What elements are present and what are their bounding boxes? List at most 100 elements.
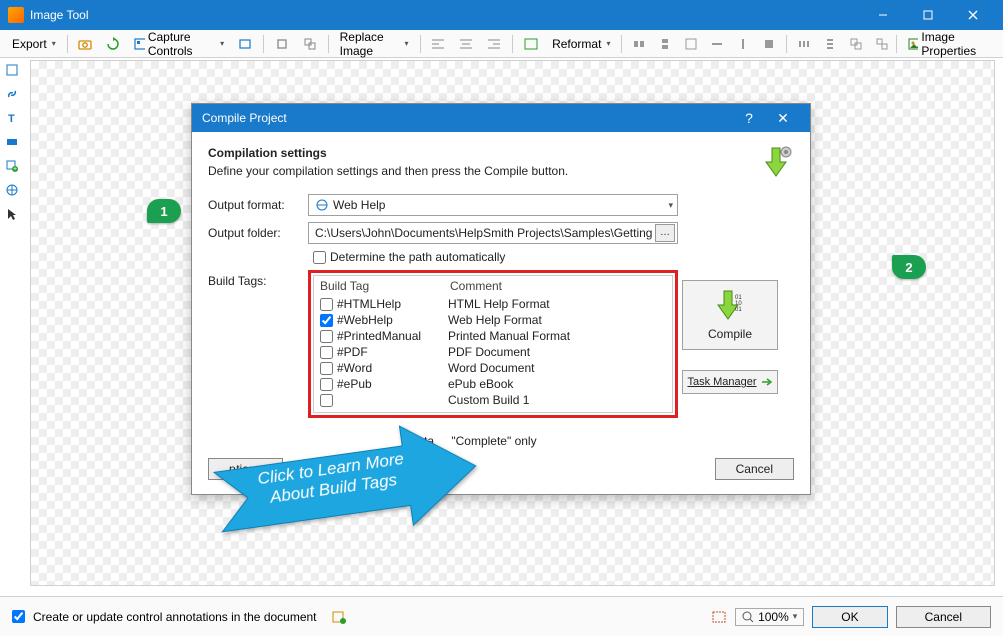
build-tag-comment: Web Help Format: [448, 313, 542, 327]
tool-globe-icon[interactable]: [2, 180, 22, 200]
build-tag-row[interactable]: #WebHelp Web Help Format: [314, 312, 672, 328]
build-tag-row[interactable]: #PrintedManual Printed Manual Format: [314, 328, 672, 344]
svg-text:01: 01: [735, 307, 742, 313]
build-tag-checkbox[interactable]: [320, 314, 333, 327]
build-tags-label: Build Tags:: [208, 270, 308, 418]
build-tag-name: #HTMLHelp: [337, 297, 401, 311]
build-tag-comment: PDF Document: [448, 345, 530, 359]
align-tool-6-icon[interactable]: [757, 36, 781, 52]
group-icon[interactable]: [844, 36, 868, 52]
footer-cancel-button[interactable]: Cancel: [896, 606, 991, 628]
build-tag-comment: Printed Manual Format: [448, 329, 570, 343]
badge-1: 1: [147, 199, 181, 223]
output-format-select[interactable]: Web Help ▾: [308, 194, 678, 216]
build-tag-row[interactable]: #Word Word Document: [314, 360, 672, 376]
build-tag-name: #PrintedManual: [337, 329, 421, 343]
align-left-icon[interactable]: [425, 36, 451, 52]
build-tag-name: #Word: [337, 361, 372, 375]
build-tag-checkbox[interactable]: [320, 346, 333, 359]
align-tool-5-icon[interactable]: [731, 36, 755, 52]
tool-link-icon[interactable]: [2, 84, 22, 104]
align-tool-3-icon[interactable]: [679, 36, 703, 52]
align-tool-2-icon[interactable]: [653, 36, 677, 52]
ungroup-icon[interactable]: [870, 36, 894, 52]
build-tag-checkbox[interactable]: [320, 394, 333, 407]
app-icon: [8, 7, 24, 23]
align-tool-1-icon[interactable]: [627, 36, 651, 52]
build-tag-checkbox[interactable]: [320, 362, 333, 375]
compile-arrow-icon: [758, 144, 794, 180]
capture-single-icon[interactable]: [232, 36, 258, 52]
auto-path-checkbox[interactable]: [313, 251, 326, 264]
minimize-button[interactable]: [860, 0, 905, 30]
zoom-control[interactable]: 100% ▾: [735, 608, 804, 626]
output-format-label: Output format:: [208, 198, 308, 212]
create-annotations-checkbox[interactable]: [12, 610, 25, 623]
dialog-titlebar: Compile Project ? ✕: [192, 104, 810, 132]
build-tag-checkbox[interactable]: [320, 378, 333, 391]
dialog-header-title: Compilation settings: [208, 146, 758, 160]
align-tool-4-icon[interactable]: [705, 36, 729, 52]
side-toolbar: T +: [2, 60, 26, 224]
build-tags-highlight: Build Tag Comment #HTMLHelp HTML Help For…: [308, 270, 678, 418]
build-tag-row[interactable]: #ePubePub eBook: [314, 376, 672, 392]
distribute-v-icon[interactable]: [818, 36, 842, 52]
distribute-h-icon[interactable]: [792, 36, 816, 52]
svg-text:+: +: [13, 166, 17, 173]
task-manager-button[interactable]: Task Manager: [682, 370, 778, 394]
dialog-title: Compile Project: [202, 111, 287, 125]
tool-shape-icon[interactable]: [2, 132, 22, 152]
build-tag-checkbox[interactable]: [320, 330, 333, 343]
window-titlebar: Image Tool: [0, 0, 1003, 30]
svg-text:T: T: [8, 113, 15, 125]
build-tag-row[interactable]: #HTMLHelp HTML Help Format: [314, 296, 672, 312]
crop-icon[interactable]: [269, 35, 295, 53]
reformat-icon[interactable]: [518, 36, 544, 52]
ok-button[interactable]: OK: [812, 606, 887, 628]
tool-select-icon[interactable]: [2, 60, 22, 80]
align-right-icon[interactable]: [481, 36, 507, 52]
build-tag-name: #WebHelp: [337, 313, 393, 327]
fit-icon[interactable]: [711, 610, 727, 624]
badge-2: 2: [892, 255, 926, 279]
build-tag-row[interactable]: Custom Build 1: [314, 392, 672, 408]
replace-image-menu[interactable]: Replace Image: [334, 28, 415, 60]
build-tag-name: #PDF: [337, 345, 368, 359]
browse-folder-button[interactable]: …: [655, 224, 675, 242]
build-tag-row[interactable]: #PDF PDF Document: [314, 344, 672, 360]
build-tag-comment: HTML Help Format: [448, 297, 550, 311]
close-button[interactable]: [950, 0, 995, 30]
zoom-icon: [742, 611, 754, 623]
build-tag-name: #ePub: [337, 377, 372, 391]
export-menu[interactable]: Export: [6, 35, 62, 53]
window-title: Image Tool: [30, 8, 860, 22]
tool-pointer-icon[interactable]: [2, 204, 22, 224]
dialog-help-button[interactable]: ?: [732, 110, 766, 126]
dialog-cancel-button[interactable]: Cancel: [715, 458, 794, 480]
checkerboard-canvas: 1 2 Compile Project ? ✕ Compilation sett…: [31, 61, 994, 585]
build-tags-list[interactable]: Build Tag Comment #HTMLHelp HTML Help For…: [313, 275, 673, 413]
col-build-tag: Build Tag: [320, 279, 450, 293]
maximize-button[interactable]: [905, 0, 950, 30]
main-toolbar: Export Capture Controls Replace Image Re…: [0, 30, 1003, 58]
compile-arrow-icon: 01 10 01: [710, 289, 750, 325]
dialog-close-button[interactable]: ✕: [766, 110, 800, 127]
reformat-menu[interactable]: Reformat: [546, 35, 616, 53]
image-properties-button[interactable]: Image Properties: [902, 28, 997, 60]
tool-add-icon[interactable]: +: [2, 156, 22, 176]
output-folder-input[interactable]: C:\Users\John\Documents\HelpSmith Projec…: [308, 222, 678, 244]
resize-icon[interactable]: [297, 35, 323, 53]
align-center-icon[interactable]: [453, 36, 479, 52]
tool-text-icon[interactable]: T: [2, 108, 22, 128]
compile-button[interactable]: 01 10 01 Compile: [682, 280, 778, 350]
annotations-icon[interactable]: [331, 610, 347, 624]
output-folder-label: Output folder:: [208, 226, 308, 240]
build-tag-checkbox[interactable]: [320, 298, 333, 311]
auto-path-label: Determine the path automatically: [330, 250, 505, 264]
camera-icon[interactable]: [72, 36, 98, 52]
build-tag-comment: Word Document: [448, 361, 534, 375]
footer-bar: Create or update control annotations in …: [0, 596, 1003, 636]
refresh-icon[interactable]: [100, 35, 126, 53]
col-comment: Comment: [450, 279, 502, 293]
capture-controls-menu[interactable]: Capture Controls: [128, 28, 230, 60]
